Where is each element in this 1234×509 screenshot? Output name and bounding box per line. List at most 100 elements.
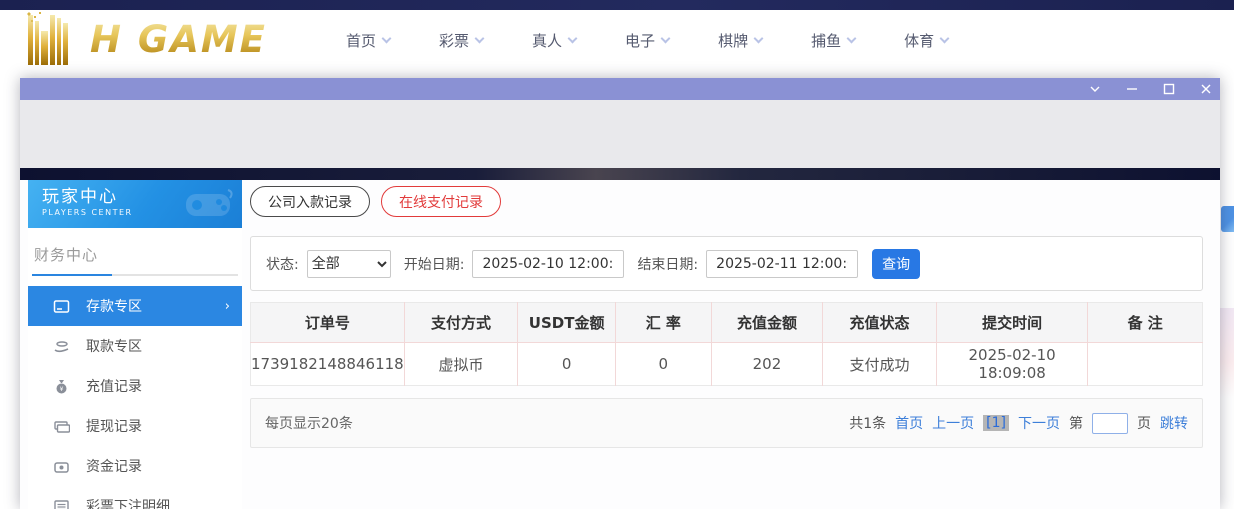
nav-item-电子[interactable]: 电子 <box>625 30 669 51</box>
table-header-row: 订单号支付方式USDT金额汇 率充值金额充值状态提交时间备 注 <box>251 303 1203 343</box>
sidebar-item-提现记录[interactable]: 提现记录 <box>28 406 242 446</box>
nav-item-彩票[interactable]: 彩票 <box>439 30 483 51</box>
gamepad-icon <box>182 184 234 222</box>
table-cell: 0 <box>518 343 616 386</box>
sidebar-section-title: 财务中心 <box>32 244 238 265</box>
chevron-down-icon <box>847 33 857 43</box>
background-blue-fragment <box>1221 206 1234 232</box>
sidebar-section: 财务中心 <box>28 228 242 276</box>
table-cell: 2025-02-10 18:09:08 <box>936 343 1088 386</box>
column-header: 汇 率 <box>616 303 712 343</box>
tab-在线支付记录[interactable]: 在线支付记录 <box>381 186 501 217</box>
chevron-down-icon <box>661 33 671 43</box>
sidebar-menu: 存款专区›取款专区 ¥ 充值记录提现记录资金记录彩票下注明细 <box>28 286 242 509</box>
table-cell: 202 <box>711 343 823 386</box>
page-size-text: 每页显示20条 <box>265 413 353 433</box>
nav-item-体育[interactable]: 体育 <box>904 30 948 51</box>
next-page-link[interactable]: 下一页 <box>1018 413 1060 433</box>
nav-item-label: 棋牌 <box>718 30 748 51</box>
site-header: H GAME 首页 彩票 真人 电子 棋牌 捕鱼 体育 <box>0 10 1234 70</box>
chevron-down-icon <box>568 33 578 43</box>
status-label: 状态: <box>266 254 299 274</box>
top-navy-strip <box>0 0 1234 10</box>
window-toolbar-area <box>20 100 1220 168</box>
logo-text: H GAME <box>90 15 267 65</box>
column-header: USDT金额 <box>518 303 616 343</box>
chevron-down-icon <box>475 33 485 43</box>
moneybag-icon: ¥ <box>52 377 70 395</box>
navy-divider-bar <box>20 168 1220 180</box>
list-icon <box>52 497 70 509</box>
nav-item-棋牌[interactable]: 棋牌 <box>718 30 762 51</box>
table-cell: 1739182148846118 <box>251 343 405 386</box>
column-header: 支付方式 <box>404 303 518 343</box>
sidebar: 玩家中心 PLAYERS CENTER 财务中心 存款专区›取款专区 ¥ 充值记录提… <box>28 180 242 509</box>
tab-公司入款记录[interactable]: 公司入款记录 <box>250 186 370 217</box>
first-page-link[interactable]: 首页 <box>895 413 923 433</box>
background-purple-fragment <box>1222 276 1234 300</box>
window-content: 玩家中心 PLAYERS CENTER 财务中心 存款专区›取款专区¥充值记录提… <box>20 180 1220 509</box>
table-row: 1739182148846118虚拟币00202支付成功2025-02-10 1… <box>251 343 1203 386</box>
page-root: H GAME 首页 彩票 真人 电子 棋牌 捕鱼 体育 玩家中心 PLAYERS CENTE… <box>0 0 1234 509</box>
logo-mark-icon <box>28 15 84 65</box>
column-header: 提交时间 <box>936 303 1088 343</box>
column-header: 订单号 <box>251 303 405 343</box>
sidebar-item-彩票下注明细[interactable]: 彩票下注明细 <box>28 486 242 509</box>
sidebar-header: 玩家中心 PLAYERS CENTER <box>28 180 242 228</box>
table-cell: 虚拟币 <box>404 343 518 386</box>
sidebar-item-label: 充值记录 <box>86 376 142 396</box>
pagination-bar: 每页显示20条 共1条 首页 上一页 [1] 下一页 第 页 跳转 <box>250 398 1203 448</box>
end-date-input[interactable] <box>706 250 858 278</box>
sidebar-item-label: 彩票下注明细 <box>86 496 170 509</box>
card-icon <box>52 297 70 315</box>
status-select[interactable]: 全部 <box>307 250 391 278</box>
start-date-input[interactable] <box>472 250 624 278</box>
records-table: 订单号支付方式USDT金额汇 率充值金额充值状态提交时间备 注 17391821… <box>250 302 1203 386</box>
banknote-icon <box>52 417 70 435</box>
jump-button[interactable]: 跳转 <box>1160 413 1188 433</box>
hand-coin-icon <box>52 337 70 355</box>
nav-item-label: 首页 <box>346 30 376 51</box>
chevron-down-icon <box>754 33 764 43</box>
sidebar-section-rule <box>32 274 238 276</box>
start-date-label: 开始日期: <box>404 254 465 274</box>
nav-item-label: 体育 <box>904 30 934 51</box>
sidebar-item-取款专区[interactable]: 取款专区 <box>28 326 242 366</box>
pagination-controls: 共1条 首页 上一页 [1] 下一页 第 页 跳转 <box>849 413 1188 434</box>
query-button[interactable]: 查询 <box>872 249 920 279</box>
jump-suffix-text: 页 <box>1137 413 1151 433</box>
window-maximize-button[interactable] <box>1162 83 1175 96</box>
nav-item-label: 真人 <box>532 30 562 51</box>
sidebar-item-label: 资金记录 <box>86 456 142 476</box>
svg-text:¥: ¥ <box>59 386 63 393</box>
nav-item-真人[interactable]: 真人 <box>532 30 576 51</box>
jump-page-input[interactable] <box>1092 413 1128 434</box>
sidebar-item-充值记录[interactable]: ¥ 充值记录 <box>28 366 242 406</box>
nav-item-label: 电子 <box>625 30 655 51</box>
nav-item-捕鱼[interactable]: 捕鱼 <box>811 30 855 51</box>
site-logo[interactable]: H GAME <box>28 15 288 65</box>
window-titlebar <box>20 78 1220 100</box>
table-cell: 支付成功 <box>823 343 937 386</box>
table-cell <box>1088 343 1203 386</box>
window-collapse-icon[interactable] <box>1088 83 1101 96</box>
nav-item-label: 彩票 <box>439 30 469 51</box>
total-count-text: 共1条 <box>849 413 886 433</box>
prev-page-link[interactable]: 上一页 <box>932 413 974 433</box>
sidebar-item-资金记录[interactable]: 资金记录 <box>28 446 242 486</box>
current-page-badge: [1] <box>983 415 1009 431</box>
sidebar-item-label: 提现记录 <box>86 416 142 436</box>
chevron-down-icon <box>382 33 392 43</box>
nav-item-label: 捕鱼 <box>811 30 841 51</box>
column-header: 备 注 <box>1088 303 1203 343</box>
sidebar-item-存款专区[interactable]: 存款专区› <box>28 286 242 326</box>
end-date-label: 结束日期: <box>637 254 698 274</box>
sidebar-item-label: 存款专区 <box>86 296 142 316</box>
background-tint-fragment <box>1220 308 1234 398</box>
chevron-down-icon <box>940 33 950 43</box>
window-minimize-button[interactable] <box>1125 83 1138 96</box>
window-close-button[interactable] <box>1199 83 1212 96</box>
nav-item-首页[interactable]: 首页 <box>346 30 390 51</box>
filter-bar: 状态: 全部 开始日期: 结束日期: 查询 <box>250 236 1203 291</box>
app-window: 玩家中心 PLAYERS CENTER 财务中心 存款专区›取款专区¥充值记录提… <box>20 78 1220 509</box>
